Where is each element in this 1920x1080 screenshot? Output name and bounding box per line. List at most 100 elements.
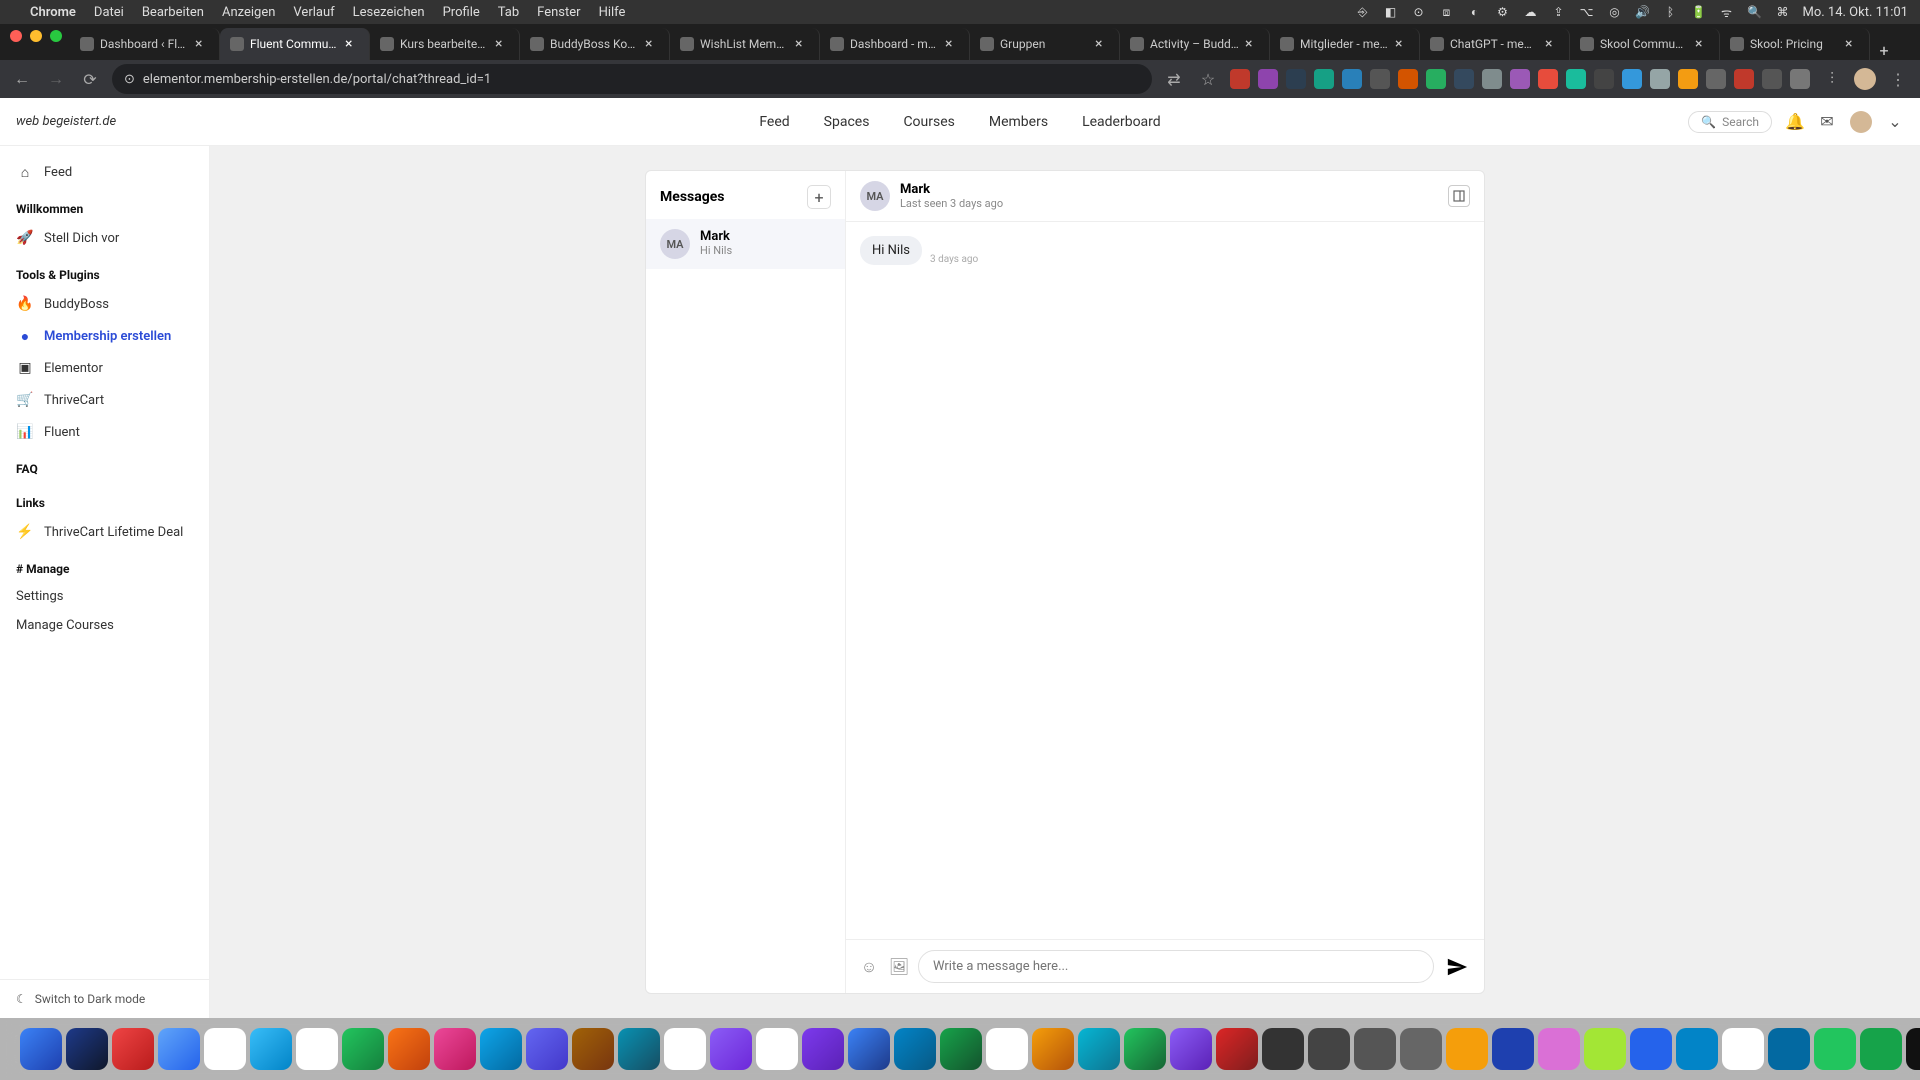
battery-icon[interactable]: 🔋 [1691, 4, 1707, 20]
sidebar-item-membership[interactable]: ● Membership erstellen [0, 320, 209, 352]
dock-app-icon[interactable] [940, 1028, 982, 1070]
status-icon[interactable]: ◐ [1467, 4, 1483, 20]
dock-app-icon[interactable] [1630, 1028, 1672, 1070]
dock-app-icon[interactable] [1446, 1028, 1488, 1070]
status-icon[interactable]: ⚙ [1495, 4, 1511, 20]
nav-leaderboard[interactable]: Leaderboard [1080, 100, 1163, 144]
extension-icon[interactable] [1734, 69, 1754, 89]
close-icon[interactable]: × [1245, 37, 1259, 51]
extension-icon[interactable] [1622, 69, 1642, 89]
dock-app-icon[interactable] [1124, 1028, 1166, 1070]
dock-app-icon[interactable] [710, 1028, 752, 1070]
dock-app-icon[interactable] [1308, 1028, 1350, 1070]
browser-tab[interactable]: Skool Community× [1570, 28, 1720, 60]
browser-tab[interactable]: Dashboard ‹ Fluent C× [70, 28, 220, 60]
browser-tab[interactable]: Mitglieder - members× [1270, 28, 1420, 60]
dock-app-icon[interactable] [1032, 1028, 1074, 1070]
close-icon[interactable]: × [1545, 37, 1559, 51]
new-tab-button[interactable]: + [1870, 41, 1898, 60]
browser-tab[interactable]: BuddyBoss Kompone× [520, 28, 670, 60]
dock-app-icon[interactable] [1722, 1028, 1764, 1070]
close-icon[interactable]: × [645, 37, 659, 51]
forward-button[interactable]: → [44, 67, 68, 91]
browser-tab[interactable]: Skool: Pricing× [1720, 28, 1870, 60]
close-icon[interactable]: × [945, 37, 959, 51]
reload-button[interactable]: ⟳ [78, 67, 102, 91]
extension-icon[interactable] [1258, 69, 1278, 89]
sidebar-item-intro[interactable]: 🚀 Stell Dich vor [0, 222, 209, 254]
status-icon[interactable]: ◧ [1383, 4, 1399, 20]
extension-icon[interactable] [1286, 69, 1306, 89]
notifications-icon[interactable]: 🔔 [1786, 113, 1804, 131]
dock-app-icon[interactable] [1216, 1028, 1258, 1070]
sidebar-item-thrivecart[interactable]: 🛒 ThriveCart [0, 384, 209, 416]
menu-datei[interactable]: Datei [94, 5, 124, 20]
dock-app-icon[interactable] [1354, 1028, 1396, 1070]
dock-app-icon[interactable] [434, 1028, 476, 1070]
dock-app-icon[interactable] [296, 1028, 338, 1070]
extension-icon[interactable] [1342, 69, 1362, 89]
dock-app-icon[interactable] [1860, 1028, 1902, 1070]
chevron-down-icon[interactable]: ⌄ [1886, 113, 1904, 131]
menu-fenster[interactable]: Fenster [537, 5, 580, 20]
thread-item[interactable]: MA Mark Hi Nils [646, 219, 845, 269]
extensions-menu-icon[interactable]: ⫶ [1820, 67, 1844, 91]
extension-icon[interactable] [1398, 69, 1418, 89]
dock-app-icon[interactable] [756, 1028, 798, 1070]
user-avatar[interactable] [1850, 111, 1872, 133]
extension-icon[interactable] [1650, 69, 1670, 89]
status-icon[interactable]: ⊙ [1411, 4, 1427, 20]
dock-app-icon[interactable] [204, 1028, 246, 1070]
nav-courses[interactable]: Courses [901, 100, 956, 144]
dock-app-icon[interactable] [664, 1028, 706, 1070]
dock-app-icon[interactable] [526, 1028, 568, 1070]
back-button[interactable]: ← [10, 67, 34, 91]
window-maximize-button[interactable] [50, 30, 62, 42]
dock-app-icon[interactable] [1906, 1028, 1920, 1070]
extension-icon[interactable] [1426, 69, 1446, 89]
dock-app-icon[interactable] [66, 1028, 108, 1070]
browser-tab[interactable]: ChatGPT - members× [1420, 28, 1570, 60]
send-button[interactable] [1442, 952, 1472, 982]
menu-lesezeichen[interactable]: Lesezeichen [353, 5, 425, 20]
browser-tab[interactable]: Activity – BuddyBoss× [1120, 28, 1270, 60]
dock-app-icon[interactable] [388, 1028, 430, 1070]
browser-tab[interactable]: Kurs bearbeiten „Ac× [370, 28, 520, 60]
window-close-button[interactable] [10, 30, 22, 42]
dock-app-icon[interactable] [1400, 1028, 1442, 1070]
dock-app-icon[interactable] [848, 1028, 890, 1070]
sidebar-item-settings[interactable]: Settings [0, 582, 209, 611]
browser-tab[interactable]: Gruppen× [970, 28, 1120, 60]
extension-icon[interactable] [1482, 69, 1502, 89]
close-icon[interactable]: × [195, 37, 209, 51]
extension-icon[interactable] [1510, 69, 1530, 89]
sidebar-item-deal[interactable]: ⚡ ThriveCart Lifetime Deal [0, 516, 209, 548]
browser-tab[interactable]: Dashboard - members× [820, 28, 970, 60]
dark-mode-toggle[interactable]: ☾ Switch to Dark mode [0, 979, 209, 1018]
browser-tab-active[interactable]: Fluent Community× [220, 28, 370, 60]
clock[interactable]: Mo. 14. Okt. 11:01 [1803, 5, 1909, 20]
emoji-button[interactable]: ☺ [858, 956, 880, 978]
menu-tab[interactable]: Tab [498, 5, 519, 20]
chrome-menu-icon[interactable]: ⋮ [1886, 67, 1910, 91]
nav-spaces[interactable]: Spaces [822, 100, 872, 144]
extension-icon[interactable] [1538, 69, 1558, 89]
image-button[interactable]: 🖼 [888, 956, 910, 978]
extension-icon[interactable] [1370, 69, 1390, 89]
volume-icon[interactable]: 🔊 [1635, 4, 1651, 20]
nav-feed[interactable]: Feed [757, 100, 791, 144]
extension-icon[interactable] [1790, 69, 1810, 89]
dock-app-icon[interactable] [1768, 1028, 1810, 1070]
translate-icon[interactable]: ⇄ [1162, 67, 1186, 91]
dock-app-icon[interactable] [1170, 1028, 1212, 1070]
close-icon[interactable]: × [495, 37, 509, 51]
panel-toggle-button[interactable] [1448, 185, 1470, 207]
dock-app-icon[interactable] [158, 1028, 200, 1070]
site-logo[interactable]: web begeistert.de [16, 114, 116, 129]
close-icon[interactable]: × [1845, 37, 1859, 51]
dock-app-icon[interactable] [986, 1028, 1028, 1070]
extension-icon[interactable] [1230, 69, 1250, 89]
status-icon[interactable]: ⧈ [1439, 4, 1455, 20]
status-icon[interactable]: ◎ [1607, 4, 1623, 20]
dock-app-icon[interactable] [1584, 1028, 1626, 1070]
